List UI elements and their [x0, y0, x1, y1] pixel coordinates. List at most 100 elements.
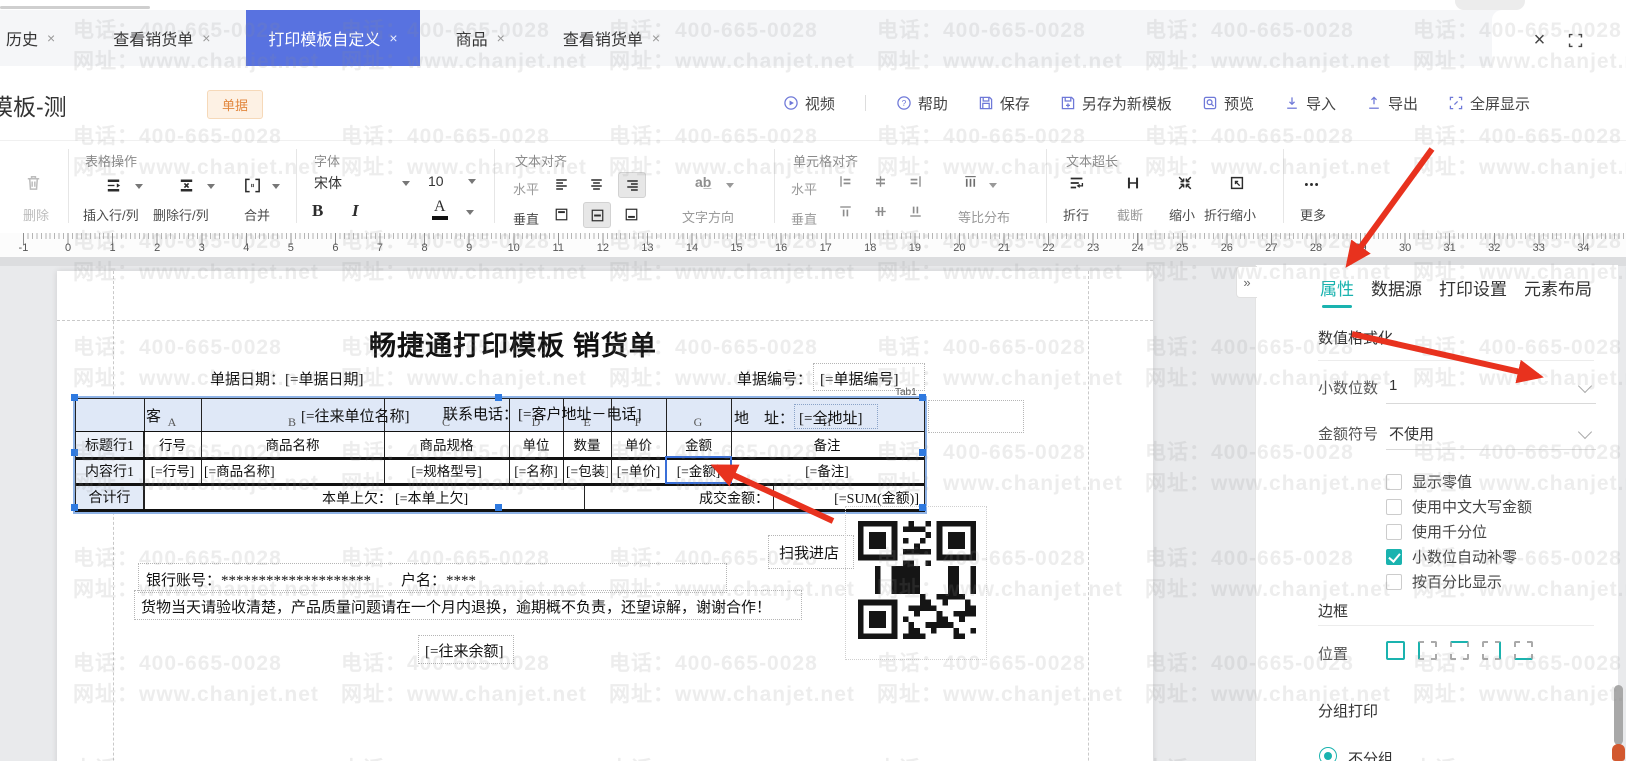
shrink-text-button[interactable]: 缩小 — [1169, 205, 1195, 224]
header-cell-数量[interactable]: 数量 — [566, 431, 608, 457]
content-cell[interactable]: [=名称] — [512, 457, 560, 483]
row-label-header[interactable]: 标题行1 — [76, 431, 144, 457]
panel-tab-元素布局[interactable]: 元素布局 — [1524, 275, 1592, 308]
italic-button[interactable]: I — [352, 201, 359, 221]
total-left-field[interactable]: [=本单上欠] — [395, 488, 468, 508]
tab-close-icon[interactable]: × — [652, 30, 660, 46]
maximize-icon[interactable] — [1567, 32, 1584, 49]
valign-top-icon[interactable] — [548, 202, 574, 226]
cell-valign-top-icon[interactable] — [838, 204, 853, 219]
text-direction-icon[interactable]: ab̲ — [695, 174, 711, 190]
checkbox-显示零值[interactable]: 显示零值 — [1386, 471, 1472, 492]
balance-field-box[interactable]: [=往来余额] — [418, 635, 514, 664]
items-table[interactable]: 客 [=往来单位名称] 联系电话：[=客户地址－电话] 地 址： [=全地址] … — [75, 398, 925, 512]
selection-handle[interactable] — [919, 394, 926, 401]
cell-valign-middle-icon[interactable] — [873, 204, 888, 219]
font-color-button[interactable]: A — [432, 199, 448, 220]
checkbox-使用千分位[interactable]: 使用千分位 — [1386, 521, 1487, 542]
date-field[interactable]: 单据日期：[=单据日期] — [210, 368, 363, 389]
selection-handle[interactable] — [495, 504, 502, 511]
chevron-down-icon[interactable] — [1578, 379, 1592, 393]
checkbox-icon[interactable] — [1386, 574, 1402, 590]
selection-handle[interactable] — [919, 504, 926, 511]
qr-code[interactable] — [858, 518, 976, 642]
checkbox-icon[interactable] — [1386, 524, 1402, 540]
template-page[interactable]: 畅捷通打印模板 销货单 单据日期：[=单据日期] 单据编号： [=单据编号] T… — [57, 271, 1153, 761]
decimal-places-value[interactable]: 1 — [1389, 377, 1397, 394]
selection-handle[interactable] — [495, 394, 502, 401]
import-button[interactable]: 导入 — [1284, 93, 1336, 114]
merge-cells-button[interactable]: 合并 — [244, 205, 270, 224]
font-size-select[interactable]: 10 — [428, 173, 476, 189]
panel-tab-数据源[interactable]: 数据源 — [1371, 275, 1422, 308]
wrap-text-icon[interactable] — [1068, 174, 1086, 192]
delete-row-col-icon[interactable] — [177, 176, 196, 195]
total-right-field[interactable]: [=SUM(金额)] — [796, 488, 919, 508]
total-right-label[interactable]: 成交金额： — [671, 488, 769, 508]
content-cell[interactable]: [=规格型号] — [387, 457, 506, 483]
customer-name-field[interactable]: [=往来单位名称] — [301, 405, 409, 426]
vertical-scrollbar-thumb[interactable] — [1614, 685, 1623, 745]
address-label[interactable]: 地 址： — [734, 407, 794, 428]
truncate-text-icon[interactable] — [1124, 174, 1142, 192]
no-group-radio[interactable] — [1319, 747, 1337, 761]
tab-商品[interactable]: 商品× — [434, 10, 527, 66]
preview-button[interactable]: 预览 — [1202, 93, 1254, 114]
selection-handle[interactable] — [71, 504, 78, 511]
header-cell-备注[interactable]: 备注 — [734, 431, 920, 457]
cell-align-center-icon[interactable] — [873, 174, 888, 189]
checkbox-checked-icon[interactable] — [1386, 549, 1402, 565]
delete-row-col-button[interactable]: 删除行/列 — [153, 205, 209, 224]
bottom-border-icon[interactable] — [1514, 641, 1533, 660]
checkbox-使用中文大写金额[interactable]: 使用中文大写金额 — [1386, 496, 1532, 517]
content-cell[interactable]: [=单价] — [614, 457, 663, 483]
notice-line-box[interactable]: 货物当天请验收清楚，产品质量问题请在一个月内退换，逾期概不负责，还望谅解，谢谢合… — [134, 590, 802, 620]
merge-cells-icon[interactable] — [243, 176, 262, 195]
selection-handle[interactable] — [71, 394, 78, 401]
currency-symbol-value[interactable]: 不使用 — [1389, 423, 1434, 444]
align-center-icon[interactable] — [583, 172, 609, 196]
right-border-icon[interactable] — [1482, 641, 1501, 660]
font-family-select[interactable]: 宋体 — [314, 173, 410, 193]
align-left-icon[interactable] — [548, 172, 574, 196]
truncate-text-button[interactable]: 截断 — [1117, 205, 1143, 224]
phone-field[interactable]: 联系电话：[=客户地址－电话] — [443, 403, 641, 424]
tab-历史[interactable]: 历史× — [0, 10, 77, 66]
row-label-content[interactable]: 内容行1 — [76, 457, 144, 483]
align-right-icon[interactable] — [618, 172, 646, 198]
all-borders-icon[interactable] — [1386, 641, 1405, 660]
total-left-label[interactable]: 本单上欠： — [322, 488, 392, 508]
more-button[interactable]: 更多 — [1300, 205, 1326, 224]
play-button[interactable]: 视频 — [783, 93, 835, 114]
bank-line-box[interactable]: 银行账号：******************** 户名：**** — [138, 563, 727, 593]
cell-align-left-icon[interactable] — [838, 174, 853, 189]
header-cell-单价[interactable]: 单价 — [614, 431, 663, 457]
save-button[interactable]: 保存 — [978, 93, 1030, 114]
more-icon[interactable] — [1303, 176, 1320, 193]
qr-caption-box[interactable]: 扫我进店 — [768, 535, 854, 569]
header-cell-商品规格[interactable]: 商品规格 — [387, 431, 506, 457]
valign-middle-icon[interactable] — [583, 202, 611, 228]
wrap-shrink-button[interactable]: 折行缩小 — [1204, 205, 1256, 224]
fullscreen-button[interactable]: 全屏显示 — [1448, 93, 1530, 114]
cell-align-right-icon[interactable] — [908, 174, 923, 189]
bold-button[interactable]: B — [312, 201, 323, 221]
valign-bottom-icon[interactable] — [618, 202, 644, 226]
save-as-button[interactable]: 另存为新模板 — [1060, 93, 1172, 114]
text-direction-button[interactable]: 文字方向 — [682, 207, 734, 226]
tab-close-icon[interactable]: × — [202, 30, 210, 46]
insert-row-col-icon[interactable] — [104, 176, 123, 195]
shrink-text-icon[interactable] — [1176, 174, 1194, 192]
header-cell-商品名称[interactable]: 商品名称 — [204, 431, 381, 457]
distribute-columns-icon[interactable] — [963, 174, 978, 189]
panel-tab-打印设置[interactable]: 打印设置 — [1439, 275, 1507, 308]
tab-close-icon[interactable]: × — [497, 30, 505, 46]
content-cell[interactable]: [=商品名称] — [204, 457, 381, 483]
content-cell[interactable]: [=包装] — [566, 457, 608, 483]
close-icon[interactable]: × — [1534, 30, 1546, 50]
tab-close-icon[interactable]: × — [389, 30, 397, 46]
header-cell-单位[interactable]: 单位 — [512, 431, 560, 457]
tab-close-icon[interactable]: × — [47, 30, 55, 46]
row-label-total[interactable]: 合计行 — [76, 483, 144, 509]
checkbox-小数位自动补零[interactable]: 小数位自动补零 — [1386, 546, 1517, 567]
